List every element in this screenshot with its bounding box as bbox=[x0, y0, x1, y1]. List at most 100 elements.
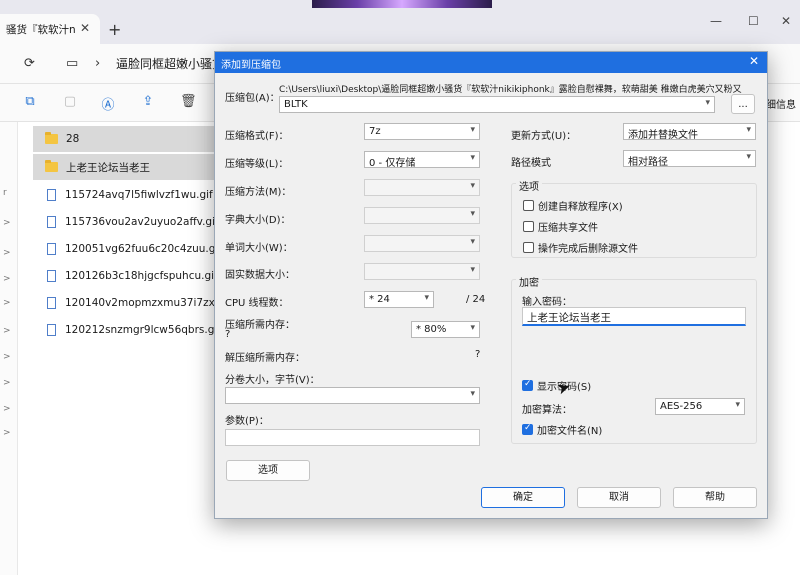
item-name: 120051vg62fuu6c20c4zuu.gif bbox=[65, 243, 223, 255]
word-combo[interactable]: ▾ bbox=[364, 235, 480, 252]
chevron-down-icon: ▾ bbox=[470, 125, 475, 135]
list-item[interactable]: 120051vg62fuu6c20c4zuu.gif bbox=[33, 236, 243, 262]
navigation-pane: r > > > > > > > > > bbox=[0, 122, 18, 575]
list-item[interactable]: 28 bbox=[33, 126, 243, 152]
delete-source-checkbox[interactable]: 操作完成后删除源文件 bbox=[523, 240, 638, 255]
item-name: 115736vou2av2uyuo2affv.gif bbox=[65, 216, 219, 228]
file-icon bbox=[47, 216, 56, 228]
list-item[interactable]: 115736vou2av2uyuo2affv.gif bbox=[33, 209, 243, 235]
solid-combo[interactable]: ▾ bbox=[364, 263, 480, 280]
level-label: 压缩等级(L)： bbox=[225, 159, 289, 170]
address-path[interactable]: 逼脸同框超嫩小骚货 bbox=[116, 55, 224, 72]
checkbox-box bbox=[523, 242, 534, 253]
dialog-close-icon[interactable]: ✕ bbox=[749, 54, 759, 68]
details-label[interactable]: 细信息 bbox=[766, 96, 796, 111]
chevron-down-icon: ▾ bbox=[470, 209, 475, 219]
chevron-down-icon: ▾ bbox=[470, 153, 475, 163]
nav-mark[interactable]: > bbox=[3, 274, 11, 284]
volume-combo[interactable]: ▾ bbox=[225, 387, 480, 404]
algo-value: AES-256 bbox=[660, 401, 703, 412]
sfx-checkbox[interactable]: 创建自释放程序(X) bbox=[523, 198, 623, 213]
method-combo[interactable]: ▾ bbox=[364, 179, 480, 196]
refresh-icon[interactable]: ⟳ bbox=[24, 56, 35, 71]
share-icon[interactable]: ⇪ bbox=[140, 94, 156, 110]
list-item[interactable]: 115724avq7l5fiwlvzf1wu.gif bbox=[33, 182, 243, 208]
level-value: 0 - 仅存储 bbox=[369, 158, 416, 168]
mem-decomp-label: 解压缩所需内存： bbox=[225, 353, 305, 364]
wallpaper-strip bbox=[312, 0, 492, 8]
chevron-down-icon: ▾ bbox=[470, 181, 475, 191]
shared-label: 压缩共享文件 bbox=[538, 223, 598, 234]
maximize-icon[interactable]: ☐ bbox=[748, 14, 759, 28]
delete-icon[interactable]: 🗑 bbox=[180, 94, 197, 110]
computer-icon[interactable]: ▭ bbox=[66, 56, 78, 71]
file-icon bbox=[47, 189, 56, 201]
copy-icon[interactable]: ⧉ bbox=[22, 94, 38, 110]
solid-label: 固实数据大小： bbox=[225, 270, 295, 281]
dict-label: 字典大小(D)： bbox=[225, 215, 291, 226]
mem-decomp-value: ? bbox=[475, 349, 481, 360]
algo-combo[interactable]: AES-256 ▾ bbox=[655, 398, 745, 415]
list-item[interactable]: 上老王论坛当老王 bbox=[33, 154, 243, 180]
rename-icon[interactable]: Ⓐ bbox=[100, 94, 116, 113]
file-icon bbox=[47, 243, 56, 255]
chevron-down-icon: ▾ bbox=[470, 237, 475, 247]
ok-button[interactable]: 确定 bbox=[481, 487, 565, 508]
checkbox-box bbox=[523, 200, 534, 211]
chevron-down-icon: ▾ bbox=[746, 125, 751, 135]
browse-button[interactable]: ... bbox=[731, 94, 755, 114]
format-combo[interactable]: 7z ▾ bbox=[364, 123, 480, 140]
archive-name-combo[interactable]: BLTK ▾ bbox=[279, 96, 715, 113]
checkbox-box bbox=[522, 379, 533, 391]
add-to-archive-dialog: 添加到压缩包 ✕ 压缩包(A)： C:\Users\liuxi\Desktop\… bbox=[214, 51, 768, 519]
window-close-icon[interactable]: ✕ bbox=[781, 14, 791, 28]
threads-label: CPU 线程数： bbox=[225, 298, 289, 309]
params-input[interactable] bbox=[225, 429, 480, 446]
item-name: 120140v2mopmzxmu37i7zx.gif bbox=[65, 297, 232, 309]
help-button[interactable]: 帮助 bbox=[673, 487, 757, 508]
list-item[interactable]: 120140v2mopmzxmu37i7zx.gif bbox=[33, 290, 243, 316]
password-input[interactable]: 上老王论坛当老王 bbox=[522, 307, 746, 326]
tab-close-icon[interactable]: ✕ bbox=[80, 21, 90, 35]
new-tab-icon[interactable]: + bbox=[108, 20, 121, 39]
chevron-down-icon: ▾ bbox=[746, 152, 751, 162]
encrypt-names-checkbox[interactable]: 加密文件名(N) bbox=[522, 422, 602, 437]
threads-combo[interactable]: * 24 ▾ bbox=[364, 291, 434, 308]
checkbox-box bbox=[522, 423, 533, 435]
params-label: 参数(P)： bbox=[225, 416, 269, 427]
mem-comp-combo[interactable]: * 80% ▾ bbox=[411, 321, 480, 338]
nav-mark[interactable]: > bbox=[3, 326, 11, 336]
archive-label: 压缩包(A)： bbox=[225, 93, 280, 104]
chevron-right-icon[interactable]: › bbox=[95, 56, 100, 71]
nav-mark[interactable]: > bbox=[3, 404, 11, 414]
delete-source-label: 操作完成后删除源文件 bbox=[538, 244, 638, 255]
paste-icon[interactable]: ▢ bbox=[62, 94, 78, 110]
cancel-button[interactable]: 取消 bbox=[577, 487, 661, 508]
nav-mark[interactable]: r bbox=[3, 188, 7, 198]
update-combo[interactable]: 添加并替换文件 ▾ bbox=[623, 123, 756, 140]
nav-mark[interactable]: > bbox=[3, 248, 11, 258]
tab-strip: 骚货『软软汁n ✕ + — ☐ ✕ bbox=[0, 0, 800, 44]
options-button[interactable]: 选项 bbox=[226, 460, 310, 481]
minimize-icon[interactable]: — bbox=[710, 14, 722, 28]
format-value: 7z bbox=[369, 126, 381, 137]
format-label: 压缩格式(F)： bbox=[225, 131, 289, 142]
list-item[interactable]: 120212snzmgr9lcw56qbrs.gif bbox=[33, 317, 243, 343]
nav-mark[interactable]: > bbox=[3, 378, 11, 388]
nav-mark[interactable]: > bbox=[3, 218, 11, 228]
chevron-down-icon: ▾ bbox=[735, 400, 740, 410]
shared-checkbox[interactable]: 压缩共享文件 bbox=[523, 219, 598, 234]
nav-mark[interactable]: > bbox=[3, 298, 11, 308]
encryption-group-title: 加密 bbox=[516, 274, 542, 289]
item-name: 120212snzmgr9lcw56qbrs.gif bbox=[65, 324, 221, 336]
level-combo[interactable]: 0 - 仅存储 ▾ bbox=[364, 151, 480, 168]
nav-mark[interactable]: > bbox=[3, 428, 11, 438]
nav-mark[interactable]: > bbox=[3, 352, 11, 362]
file-icon bbox=[47, 270, 56, 282]
encrypt-names-label: 加密文件名(N) bbox=[537, 426, 603, 437]
folder-icon bbox=[45, 132, 58, 144]
dict-combo[interactable]: ▾ bbox=[364, 207, 480, 224]
list-item[interactable]: 120126b3c18hjgcfspuhcu.gif bbox=[33, 263, 243, 289]
path-combo[interactable]: 相对路径 ▾ bbox=[623, 150, 756, 167]
chevron-down-icon: ▾ bbox=[470, 265, 475, 275]
